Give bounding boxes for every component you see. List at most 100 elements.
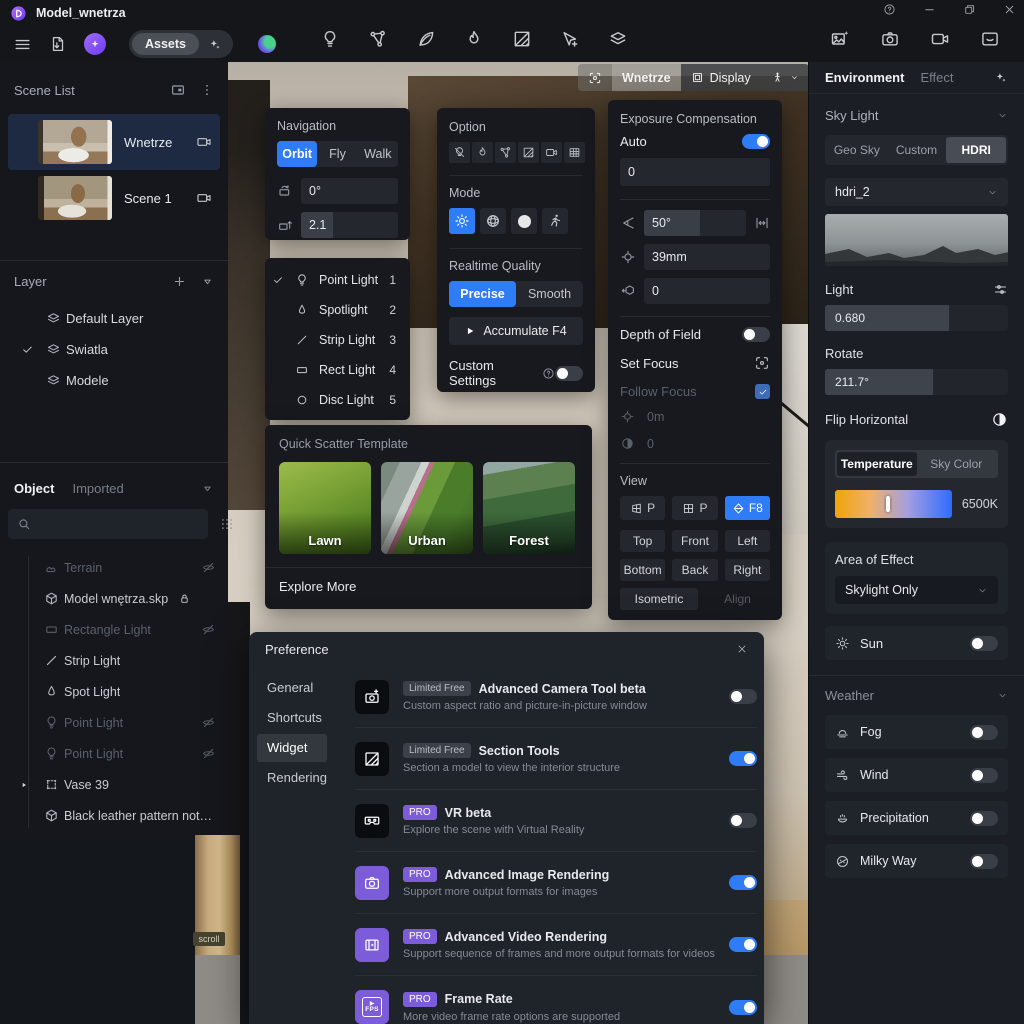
object-row-point-light-2[interactable]: Point Light — [0, 738, 228, 769]
add-layer-icon[interactable] — [172, 274, 187, 289]
view-back-button[interactable]: Back — [672, 559, 717, 581]
view-front-button[interactable]: Front — [672, 530, 717, 552]
tab-object[interactable]: Object — [14, 481, 54, 496]
f8-view-button[interactable]: F8 — [725, 496, 770, 520]
frame-camera-icon[interactable] — [578, 64, 612, 91]
scene-item-scene1[interactable]: Scene 1 — [8, 170, 220, 226]
custom-settings-toggle[interactable] — [555, 366, 583, 381]
hidden-eye-icon[interactable] — [201, 715, 216, 730]
quality-precise[interactable]: Precise — [449, 281, 516, 307]
grid-toggle-icon[interactable] — [564, 142, 585, 163]
info-icon[interactable] — [542, 367, 555, 380]
range-icon[interactable] — [754, 215, 770, 231]
sky-light-header[interactable]: Sky Light — [825, 108, 878, 123]
tab-sky-color[interactable]: Sky Color — [917, 452, 997, 476]
follow-focus-checkbox[interactable] — [755, 384, 770, 399]
view-bottom-button[interactable]: Bottom — [620, 559, 665, 581]
tab-temperature[interactable]: Temperature — [837, 452, 917, 476]
effects-toggle-icon[interactable] — [472, 142, 493, 163]
light-item-strip[interactable]: Strip Light 3 — [265, 325, 410, 355]
hdri-preview[interactable] — [825, 214, 1008, 266]
expand-arrow-icon[interactable] — [20, 781, 28, 789]
hidden-eye-icon[interactable] — [201, 746, 216, 761]
scatter-template-lawn[interactable]: Lawn — [279, 462, 371, 554]
weather-header[interactable]: Weather — [825, 688, 874, 703]
object-search[interactable] — [8, 509, 208, 539]
import-model-icon[interactable] — [49, 35, 67, 53]
view-right-button[interactable]: Right — [725, 559, 770, 581]
nav-mode-orbit[interactable]: Orbit — [277, 141, 317, 167]
hdri-dropdown[interactable]: hdri_2 — [825, 178, 1008, 206]
dof-toggle[interactable] — [742, 327, 770, 342]
walk-mode-chip[interactable] — [761, 64, 809, 91]
milky-way-toggle[interactable] — [970, 854, 998, 869]
tab-effect[interactable]: Effect — [920, 70, 953, 85]
pref-nav-shortcuts[interactable]: Shortcuts — [257, 704, 327, 732]
object-row-strip-light[interactable]: Strip Light — [0, 645, 228, 676]
assets-button[interactable]: Assets — [132, 33, 199, 55]
chevron-down-icon[interactable] — [997, 690, 1008, 701]
ai-sparkle-icon[interactable] — [993, 70, 1008, 85]
tab-environment[interactable]: Environment — [825, 70, 904, 85]
adv-image-toggle[interactable] — [729, 875, 757, 890]
grid-view-icon[interactable] — [214, 511, 240, 537]
advanced-camera-toggle[interactable] — [729, 689, 757, 704]
object-row-notebook[interactable]: Black leather pattern noteb... — [0, 800, 228, 831]
minimize-icon[interactable] — [923, 3, 936, 16]
dialog-close-icon[interactable] — [736, 643, 748, 655]
area-dropdown[interactable]: Skylight Only — [835, 576, 998, 604]
ortho-view-button[interactable]: P — [672, 496, 717, 520]
chevron-down-icon[interactable] — [997, 110, 1008, 121]
material-toggle-icon[interactable] — [495, 142, 516, 163]
section-toggle-icon[interactable] — [518, 142, 539, 163]
align-button[interactable]: Align — [705, 592, 770, 606]
close-icon[interactable] — [1003, 3, 1016, 16]
frame-rate-toggle[interactable] — [729, 1000, 757, 1015]
layer-item-default[interactable]: Default Layer — [0, 303, 228, 334]
tab-custom[interactable]: Custom — [887, 137, 947, 163]
height-field[interactable]: 2.1 — [301, 212, 398, 238]
scene-item-wnetrze[interactable]: Wnetrze — [8, 114, 220, 170]
scene-more-icon[interactable] — [200, 83, 214, 97]
tab-hdri[interactable]: HDRI — [946, 137, 1006, 163]
hidden-eye-icon[interactable] — [201, 560, 216, 575]
section-tools-toggle[interactable] — [729, 751, 757, 766]
object-row-point-light-1[interactable]: Point Light — [0, 707, 228, 738]
pref-nav-widget[interactable]: Widget — [257, 734, 327, 762]
tab-imported[interactable]: Imported — [72, 481, 123, 496]
exposure-field[interactable]: 0 — [620, 158, 770, 186]
active-scene-chip[interactable]: Wnetrze — [612, 64, 681, 91]
perspective-view-button[interactable]: P — [620, 496, 665, 520]
scatter-template-urban[interactable]: Urban — [381, 462, 473, 554]
fov-field[interactable]: 50° — [644, 210, 746, 236]
pref-nav-rendering[interactable]: Rendering — [257, 764, 327, 792]
menu-icon[interactable] — [13, 35, 32, 54]
wind-toggle[interactable] — [970, 768, 998, 783]
pitch-field[interactable]: 0° — [301, 178, 398, 204]
color-sphere-icon[interactable] — [258, 35, 276, 53]
shift-field[interactable]: 0 — [644, 278, 770, 304]
help-icon[interactable] — [883, 3, 896, 16]
fog-toggle[interactable] — [970, 725, 998, 740]
sliders-icon[interactable] — [993, 282, 1008, 297]
wireframe-mode-icon[interactable] — [480, 208, 506, 234]
layer-item-swiatla[interactable]: Swiatla — [0, 334, 228, 365]
quality-smooth[interactable]: Smooth — [516, 281, 583, 307]
collapse-icon[interactable] — [201, 275, 214, 288]
hidden-eye-icon[interactable] — [201, 622, 216, 637]
adv-video-toggle[interactable] — [729, 937, 757, 952]
slider-handle[interactable] — [886, 496, 890, 512]
light-item-rect[interactable]: Rect Light 4 — [265, 355, 410, 385]
set-focus-icon[interactable] — [754, 355, 770, 371]
rotate-slider[interactable]: 211.7° — [825, 369, 1008, 395]
collapse-icon[interactable] — [201, 482, 214, 495]
clay-mode-icon[interactable] — [511, 208, 537, 234]
nav-mode-fly[interactable]: Fly — [317, 141, 357, 167]
maximize-icon[interactable] — [963, 3, 976, 16]
light-item-spot[interactable]: Spotlight 2 — [265, 295, 410, 325]
object-row-rectangle-light[interactable]: Rectangle Light — [0, 614, 228, 645]
scatter-template-forest[interactable]: Forest — [483, 462, 575, 554]
pref-nav-general[interactable]: General — [257, 674, 327, 702]
precipitation-toggle[interactable] — [970, 811, 998, 826]
lighting-mode-icon[interactable] — [449, 208, 475, 234]
